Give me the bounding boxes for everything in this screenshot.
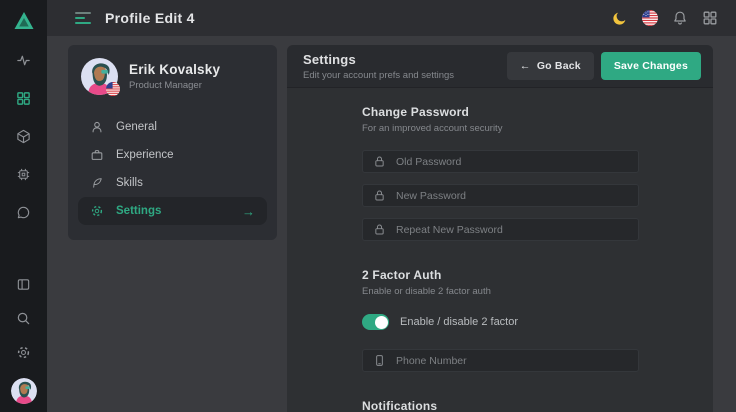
menu-item-experience[interactable]: Experience xyxy=(78,141,267,169)
lock-icon xyxy=(373,155,386,168)
us-flag-badge xyxy=(106,82,120,96)
lock-icon xyxy=(373,223,386,236)
profile-avatar xyxy=(81,58,118,95)
moon-icon[interactable] xyxy=(611,10,628,27)
menu-icon[interactable] xyxy=(75,12,91,24)
briefcase-icon xyxy=(90,148,105,163)
change-password-title: Change Password xyxy=(362,105,639,119)
us-flag-icon[interactable] xyxy=(641,10,658,27)
new-password-input[interactable] xyxy=(396,190,628,202)
go-back-label: Go Back xyxy=(537,60,581,72)
password-fields xyxy=(362,150,639,241)
two-factor-toggle-label: Enable / disable 2 factor xyxy=(400,316,518,328)
save-changes-button[interactable]: Save Changes xyxy=(601,52,701,80)
toggle-knob xyxy=(375,316,388,329)
profile-card: Erik Kovalsky Product Manager General xyxy=(68,45,277,240)
profile-role: Product Manager xyxy=(129,80,220,91)
settings-panel: Settings Edit your account prefs and set… xyxy=(287,45,713,412)
new-password-field[interactable] xyxy=(362,184,639,207)
settings-actions: ← Go Back Save Changes xyxy=(507,52,701,80)
sidebar-nav xyxy=(16,52,32,220)
profile-identity: Erik Kovalsky Product Manager xyxy=(129,62,220,91)
repeat-password-field[interactable] xyxy=(362,218,639,241)
app-logo[interactable] xyxy=(11,8,37,34)
feather-icon xyxy=(90,176,105,191)
menu-item-settings[interactable]: Settings → xyxy=(78,197,267,225)
search-icon[interactable] xyxy=(16,310,32,326)
profile-menu: General Experience xyxy=(78,113,267,225)
app-window: Profile Edit 4 xyxy=(0,0,736,412)
user-avatar[interactable] xyxy=(11,378,37,404)
profile-name: Erik Kovalsky xyxy=(129,62,220,77)
apps-grid-icon[interactable] xyxy=(701,10,718,27)
menu-item-label: Experience xyxy=(116,149,174,161)
change-password-subtitle: For an improved account security xyxy=(362,123,639,134)
go-back-button[interactable]: ← Go Back xyxy=(507,52,594,80)
settings-subtitle: Edit your account prefs and settings xyxy=(303,70,454,81)
two-factor-title: 2 Factor Auth xyxy=(362,268,639,282)
settings-heading: Settings Edit your account prefs and set… xyxy=(303,52,454,81)
menu-item-label: Settings xyxy=(116,205,161,217)
notifications-title: Notifications xyxy=(362,399,639,412)
chat-icon[interactable] xyxy=(16,204,32,220)
old-password-input[interactable] xyxy=(396,156,628,168)
logo-triangle-icon xyxy=(12,9,36,33)
page-title: Profile Edit 4 xyxy=(105,10,195,26)
bell-icon[interactable] xyxy=(671,10,688,27)
settings-panel-body: Change Password For an improved account … xyxy=(287,88,713,412)
topbar-actions xyxy=(611,10,718,27)
settings-panel-header: Settings Edit your account prefs and set… xyxy=(287,45,713,88)
menu-item-skills[interactable]: Skills xyxy=(78,169,267,197)
old-password-field[interactable] xyxy=(362,150,639,173)
sidebar xyxy=(0,0,47,412)
user-icon xyxy=(90,120,105,135)
layout-icon[interactable] xyxy=(16,276,32,292)
package-icon[interactable] xyxy=(16,128,32,144)
gear-icon[interactable] xyxy=(16,344,32,360)
settings-title: Settings xyxy=(303,52,454,67)
arrow-left-icon: ← xyxy=(520,60,531,72)
menu-item-label: General xyxy=(116,121,157,133)
lock-icon xyxy=(373,189,386,202)
phone-number-input[interactable] xyxy=(396,355,628,367)
gear-icon xyxy=(90,204,105,219)
menu-item-general[interactable]: General xyxy=(78,113,267,141)
arrow-right-icon: → xyxy=(242,204,255,219)
content-area: Erik Kovalsky Product Manager General xyxy=(47,36,736,412)
smartphone-icon xyxy=(373,354,386,367)
two-factor-toggle[interactable] xyxy=(362,314,389,330)
menu-item-label: Skills xyxy=(116,177,143,189)
phone-number-field[interactable] xyxy=(362,349,639,372)
avatar-illustration xyxy=(11,378,37,404)
profile-summary: Erik Kovalsky Product Manager xyxy=(78,58,267,95)
two-factor-toggle-row: Enable / disable 2 factor xyxy=(362,314,639,330)
two-factor-subtitle: Enable or disable 2 factor auth xyxy=(362,286,639,297)
topbar: Profile Edit 4 xyxy=(47,0,736,36)
activity-icon[interactable] xyxy=(16,52,32,68)
chip-icon[interactable] xyxy=(16,166,32,182)
sidebar-bottom xyxy=(11,276,37,404)
dashboard-grid-icon[interactable] xyxy=(16,90,32,106)
repeat-password-input[interactable] xyxy=(396,224,628,236)
